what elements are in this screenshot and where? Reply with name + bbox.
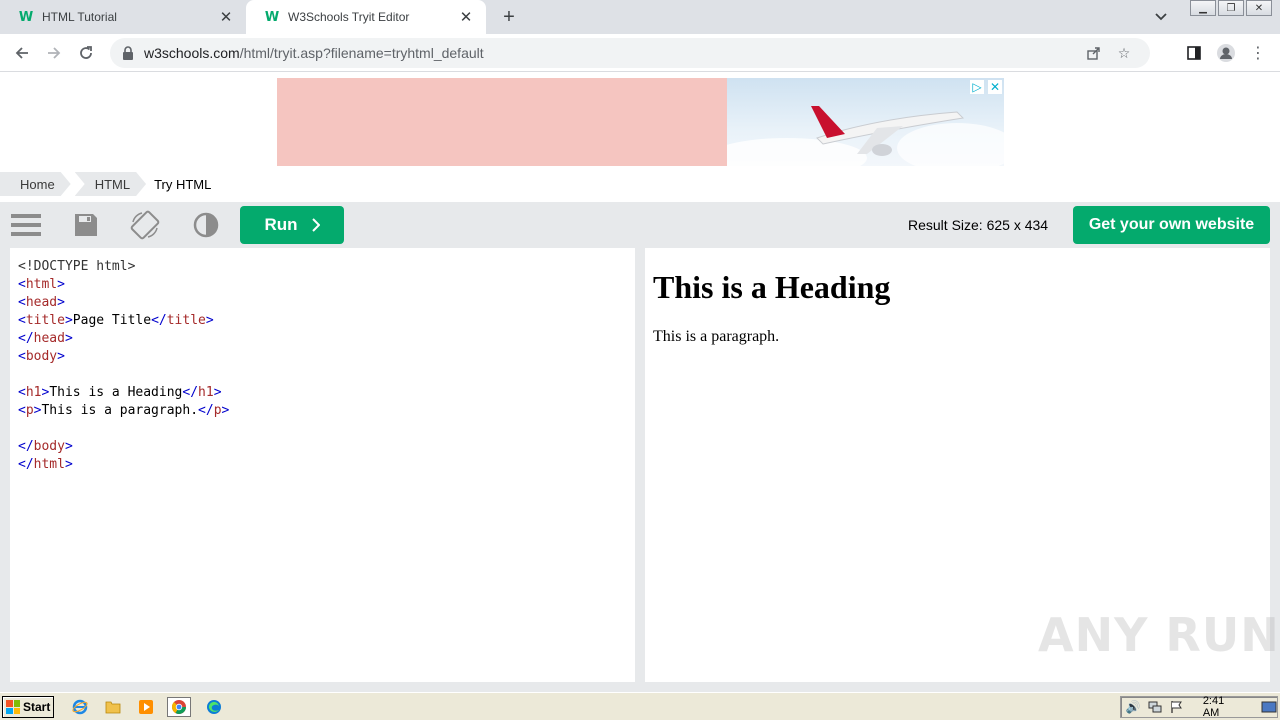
result-heading: This is a Heading [653, 269, 891, 305]
share-icon[interactable] [1084, 43, 1104, 63]
result-paragraph: This is a paragraph. [653, 328, 780, 345]
media-player-icon[interactable] [134, 697, 158, 717]
windows-taskbar: Start 🔊 2:41 AM [0, 692, 1280, 720]
anyrun-watermark: ANY RUN [1038, 608, 1280, 662]
browser-toolbar: w3schools.com/html/tryit.asp?filename=tr… [0, 34, 1280, 72]
chrome-icon[interactable] [167, 697, 191, 717]
minimize-button[interactable]: ▁ [1190, 0, 1216, 16]
reload-icon[interactable] [74, 41, 98, 65]
taskbar-clock: 2:41 AM [1202, 695, 1225, 719]
internet-explorer-icon[interactable] [68, 697, 92, 717]
code-line[interactable] [18, 420, 627, 438]
maximize-button[interactable]: ❐ [1218, 0, 1244, 16]
ad-pink-panel [277, 78, 727, 166]
advertisement-banner[interactable]: ▷ ✕ [277, 78, 1004, 166]
close-window-button[interactable]: ✕ [1246, 0, 1272, 16]
get-own-website-button[interactable]: Get your own website [1073, 206, 1270, 244]
windows-flag-icon [6, 700, 20, 714]
run-button[interactable]: Run [240, 206, 344, 244]
ad-choices-badge[interactable]: ▷ ✕ [970, 80, 1002, 94]
network-icon[interactable] [1147, 699, 1163, 715]
tab-html-tutorial[interactable]: W HTML Tutorial ✕ [0, 0, 246, 34]
editor-toolbar: Run Result Size: 625 x 434 Get your own … [0, 202, 1280, 248]
ad-choices-play-icon[interactable]: ▷ [970, 80, 984, 94]
ad-close-icon[interactable]: ✕ [988, 80, 1002, 94]
system-tray: 🔊 2:41 AM [1120, 695, 1278, 719]
code-line[interactable]: </html> [18, 456, 627, 474]
forward-arrow-icon[interactable] [42, 41, 66, 65]
code-line[interactable]: <head> [18, 294, 627, 312]
bookmark-star-icon[interactable]: ☆ [1114, 43, 1134, 63]
ad-airplane-image: ▷ ✕ [727, 78, 1004, 166]
new-tab-button[interactable]: + [496, 5, 522, 29]
w3schools-favicon-icon: W [264, 9, 280, 25]
breadcrumb-current: Try HTML [154, 176, 212, 192]
url-text: w3schools.com/html/tryit.asp?filename=tr… [144, 45, 484, 61]
show-desktop-icon[interactable] [1261, 699, 1277, 715]
breadcrumb-home[interactable]: Home [0, 172, 71, 196]
rotate-orientation-icon[interactable] [130, 210, 160, 240]
url-host: w3schools.com [144, 45, 240, 61]
theme-contrast-icon[interactable] [191, 210, 221, 240]
action-center-flag-icon[interactable] [1169, 699, 1185, 715]
code-line[interactable]: <title>Page Title</title> [18, 312, 627, 330]
tab-close-icon[interactable]: ✕ [216, 7, 236, 27]
code-line[interactable]: </body> [18, 438, 627, 456]
chevron-right-icon [311, 218, 320, 232]
url-path: /html/tryit.asp?filename=tryhtml_default [239, 45, 484, 61]
tab-close-icon[interactable]: ✕ [456, 7, 476, 27]
result-size-text: Result Size: 625 x 434 [908, 217, 1049, 233]
code-line[interactable]: <p>This is a paragraph.</p> [18, 402, 627, 420]
lock-icon[interactable] [120, 45, 136, 61]
volume-icon[interactable]: 🔊 [1125, 699, 1141, 715]
file-explorer-icon[interactable] [101, 697, 125, 717]
side-panel-icon[interactable] [1183, 42, 1205, 64]
code-line[interactable]: <!DOCTYPE html> [18, 258, 627, 276]
code-line[interactable]: </head> [18, 330, 627, 348]
code-line[interactable]: <h1>This is a Heading</h1> [18, 384, 627, 402]
breadcrumb: Home HTML Try HTML [0, 172, 231, 196]
code-line[interactable] [18, 366, 627, 384]
browser-tab-strip: W HTML Tutorial ✕ W W3Schools Tryit Edit… [0, 0, 1280, 34]
window-controls: ▁ ❐ ✕ [1188, 0, 1272, 16]
profile-avatar[interactable] [1215, 42, 1237, 64]
tab-title: HTML Tutorial [42, 10, 117, 24]
back-arrow-icon[interactable] [10, 41, 34, 65]
tab-tryit-editor[interactable]: W W3Schools Tryit Editor ✕ [246, 0, 486, 34]
w3schools-favicon-icon: W [18, 9, 34, 25]
breadcrumb-html[interactable]: HTML [75, 172, 146, 196]
menu-kebab-icon[interactable]: ⋮ [1247, 42, 1269, 64]
start-button[interactable]: Start [2, 696, 54, 718]
tab-search-chevron-icon[interactable] [1150, 7, 1172, 27]
code-line[interactable]: <body> [18, 348, 627, 366]
edge-icon[interactable] [202, 697, 226, 717]
menu-hamburger-icon[interactable] [11, 210, 41, 240]
run-label: Run [264, 215, 298, 234]
start-label: Start [23, 700, 51, 714]
save-icon[interactable] [71, 210, 101, 240]
code-editor[interactable]: <!DOCTYPE html> <html> <head> <title>Page T… [10, 248, 635, 682]
tab-title: W3Schools Tryit Editor [288, 10, 410, 24]
address-bar[interactable]: w3schools.com/html/tryit.asp?filename=tr… [110, 38, 1150, 68]
code-line[interactable]: <html> [18, 276, 627, 294]
